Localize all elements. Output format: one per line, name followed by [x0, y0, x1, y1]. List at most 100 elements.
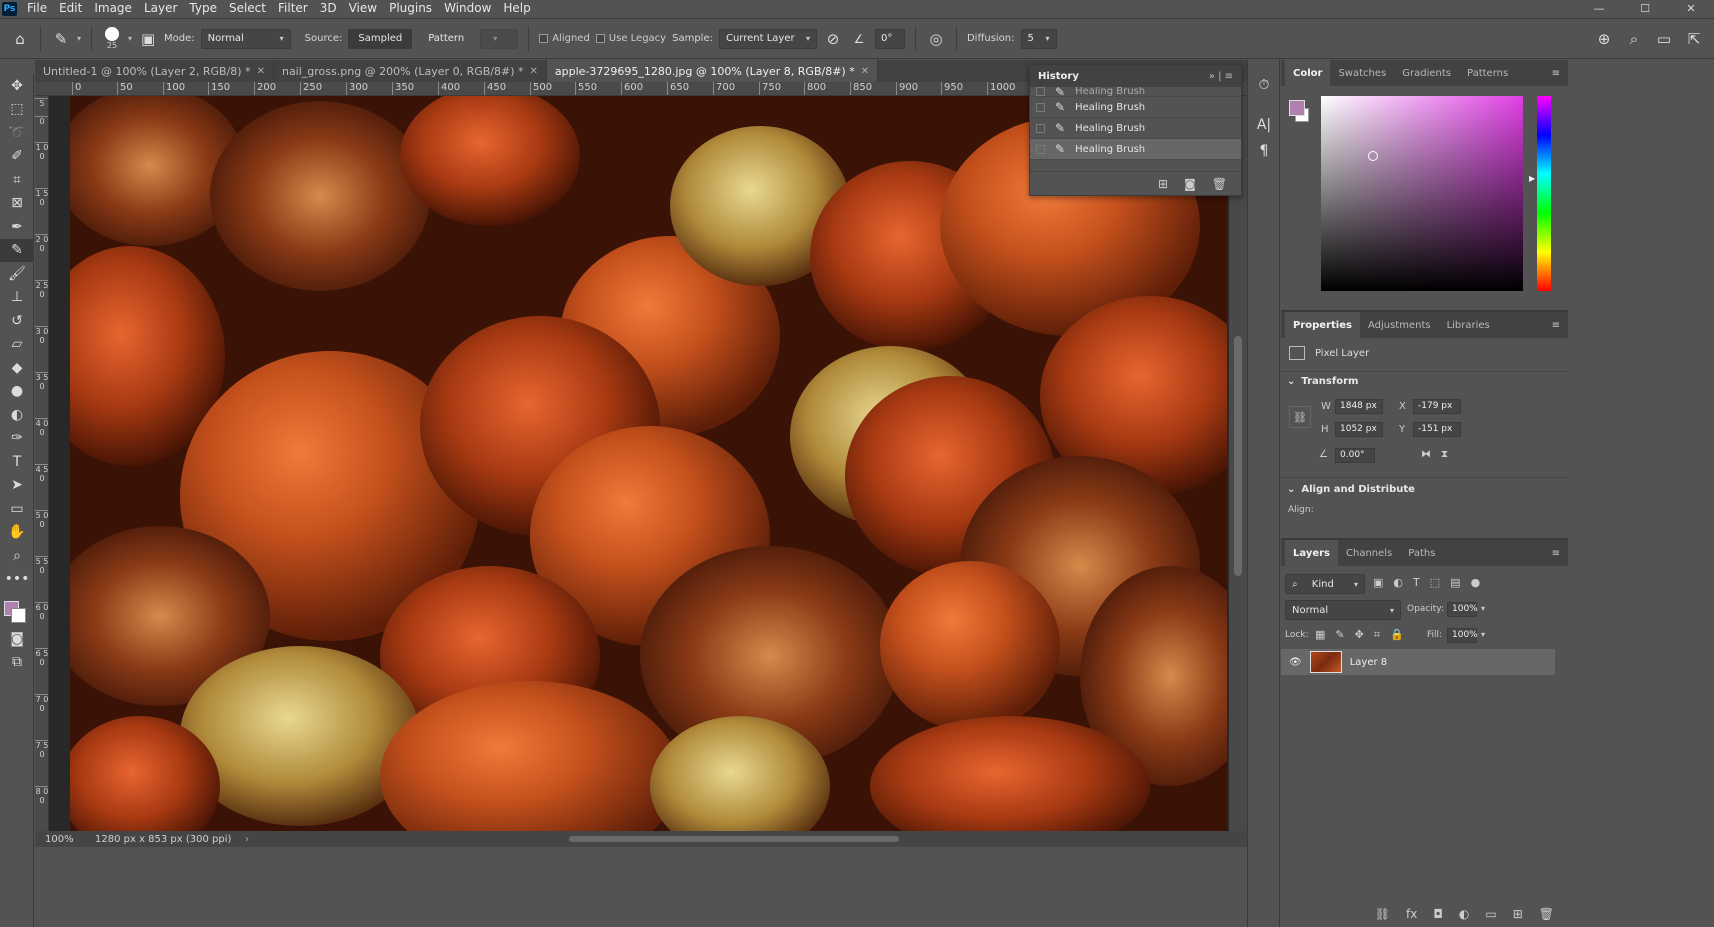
lasso-tool-icon[interactable]: ➰ [0, 121, 34, 145]
menu-select[interactable]: Select [223, 0, 272, 17]
chevron-right-icon[interactable]: › [245, 834, 249, 845]
tab-channels[interactable]: Channels [1338, 540, 1400, 566]
clone-stamp-tool-icon[interactable]: ⊥ [0, 286, 34, 310]
panel-menu-icon[interactable]: ≡ [1552, 68, 1560, 79]
menu-help[interactable]: Help [497, 0, 536, 17]
eraser-tool-icon[interactable]: ▱ [0, 333, 34, 357]
search-icon[interactable]: ⌕ [1624, 29, 1644, 49]
horizontal-scrollbar[interactable] [269, 834, 1227, 844]
menu-window[interactable]: Window [438, 0, 497, 17]
link-layers-icon[interactable]: ⛓ [1375, 907, 1390, 921]
tab-nail-gross[interactable]: nail_gross.png @ 200% (Layer 0, RGB/8#) … [273, 60, 547, 82]
panel-menu-icon[interactable]: ≡ [1552, 320, 1560, 331]
chevron-down-icon[interactable]: ▾ [128, 34, 132, 43]
home-icon[interactable]: ⌂ [10, 29, 30, 49]
brush-tool-icon[interactable]: 🖌 [0, 262, 34, 286]
tab-swatches[interactable]: Swatches [1330, 60, 1394, 86]
tab-properties[interactable]: Properties [1285, 312, 1360, 338]
maximize-button[interactable]: ☐ [1622, 2, 1668, 15]
layer-row[interactable]: 👁 Layer 8 [1281, 649, 1555, 675]
history-item[interactable]: ✎ Healing Brush [1030, 87, 1241, 97]
path-selection-tool-icon[interactable]: ➤ [0, 474, 34, 498]
history-source-checkbox[interactable] [1036, 144, 1045, 154]
source-sampled-button[interactable]: Sampled [348, 28, 413, 49]
filter-shape-icon[interactable]: ⬚ [1430, 576, 1440, 589]
history-panel-icon[interactable]: ⏱ [1248, 72, 1280, 98]
y-input[interactable]: -151 px [1413, 422, 1461, 437]
zoom-level[interactable]: 100% [35, 834, 95, 845]
filter-type-icon[interactable]: T [1413, 576, 1420, 589]
menu-3d[interactable]: 3D [314, 0, 343, 17]
tab-gradients[interactable]: Gradients [1394, 60, 1459, 86]
tab-apple[interactable]: apple-3729695_1280.jpg @ 100% (Layer 8, … [546, 60, 879, 82]
crop-tool-icon[interactable]: ⌗ [0, 168, 34, 192]
lock-transparent-icon[interactable]: ▦ [1315, 628, 1325, 642]
more-tools-icon[interactable]: ••• [0, 568, 34, 592]
close-icon[interactable]: ✕ [861, 66, 869, 77]
workspace-icon[interactable]: ▭ [1654, 29, 1674, 49]
menu-image[interactable]: Image [88, 0, 138, 17]
healing-brush-tool-icon[interactable]: ✎ [0, 238, 34, 262]
history-source-checkbox[interactable] [1036, 102, 1045, 112]
pen-tool-icon[interactable]: ✑ [0, 427, 34, 451]
eye-icon[interactable]: 👁 [1289, 657, 1302, 668]
angle-input[interactable]: 0.00° [1335, 448, 1375, 463]
tab-color[interactable]: Color [1285, 60, 1331, 86]
adjustment-layer-icon[interactable]: ◐ [1459, 907, 1469, 921]
share-icon[interactable]: ⊕ [1594, 29, 1614, 49]
scrollbar-thumb[interactable] [1234, 336, 1242, 576]
vertical-scrollbar[interactable] [1229, 96, 1247, 831]
menu-filter[interactable]: Filter [272, 0, 314, 17]
marquee-tool-icon[interactable]: ⬚ [0, 98, 34, 122]
filter-smart-object-icon[interactable]: ▤ [1450, 576, 1460, 589]
foreground-color-swatch[interactable] [1289, 100, 1305, 116]
history-item[interactable]: ✎ Healing Brush [1030, 97, 1241, 118]
close-icon[interactable]: ✕ [257, 66, 265, 77]
tab-untitled-1[interactable]: Untitled-1 @ 100% (Layer 2, RGB/8) * ✕ [35, 60, 274, 82]
lock-artboard-icon[interactable]: ⌗ [1374, 628, 1380, 642]
collapse-icon[interactable]: » | ≡ [1209, 71, 1233, 82]
minimize-button[interactable]: — [1576, 2, 1622, 15]
blur-tool-icon[interactable]: ● [0, 380, 34, 404]
use-legacy-checkbox[interactable]: Use Legacy [595, 33, 666, 44]
history-item[interactable]: ✎ Healing Brush [1030, 118, 1241, 139]
brush-settings-icon[interactable]: ▣ [138, 29, 158, 49]
history-brush-tool-icon[interactable]: ↺ [0, 309, 34, 333]
fill-input[interactable]: 100% [1447, 628, 1478, 643]
angle-input[interactable]: 0° [874, 28, 905, 49]
export-icon[interactable]: ⇱ [1684, 29, 1704, 49]
hue-slider[interactable] [1537, 96, 1551, 291]
ignore-adjustment-layers-icon[interactable]: ⊘ [823, 29, 843, 49]
add-mask-icon[interactable]: ◘ [1433, 907, 1443, 921]
type-tool-icon[interactable]: T [0, 450, 34, 474]
background-color-swatch[interactable] [11, 608, 26, 623]
tab-paths[interactable]: Paths [1400, 540, 1443, 566]
diffusion-select[interactable]: 5 ▾ [1020, 28, 1057, 49]
history-source-checkbox[interactable] [1036, 87, 1045, 96]
camera-icon[interactable]: ◙ [1184, 177, 1196, 191]
chevron-down-icon[interactable]: ▾ [77, 34, 81, 43]
sample-select[interactable]: Current Layer ▾ [718, 28, 817, 49]
filter-adjustment-icon[interactable]: ◐ [1393, 576, 1403, 589]
history-source-checkbox[interactable] [1036, 123, 1045, 133]
filter-toggle-icon[interactable]: ● [1471, 576, 1481, 589]
lock-all-icon[interactable]: 🔒 [1390, 628, 1404, 642]
aligned-checkbox[interactable]: Aligned [539, 33, 590, 44]
blend-mode-select[interactable]: Normal ▾ [1285, 600, 1401, 620]
paragraph-panel-icon[interactable]: ¶ [1248, 138, 1280, 164]
mode-select[interactable]: Normal ▾ [200, 28, 291, 49]
vertical-ruler[interactable]: 5 0 1 0 0 1 5 0 2 0 0 2 5 0 3 0 0 3 5 0 … [35, 96, 49, 831]
source-pattern-button[interactable]: Pattern [418, 29, 474, 49]
eyedropper-tool-icon[interactable]: ✒ [0, 215, 34, 239]
document-image[interactable] [70, 96, 1227, 831]
quick-mask-icon[interactable]: ◙ [0, 627, 34, 651]
trash-icon[interactable]: 🗑 [1539, 907, 1554, 921]
color-picker-field[interactable] [1321, 96, 1523, 291]
menu-file[interactable]: File [21, 0, 53, 17]
healing-brush-tool-preset-icon[interactable]: ✎ [51, 29, 71, 49]
chevron-down-icon[interactable]: ▾ [1481, 630, 1485, 639]
quick-selection-tool-icon[interactable]: ✐ [0, 145, 34, 169]
paint-bucket-tool-icon[interactable]: ◆ [0, 356, 34, 380]
dodge-tool-icon[interactable]: ◐ [0, 403, 34, 427]
opacity-input[interactable]: 100% [1447, 602, 1478, 617]
